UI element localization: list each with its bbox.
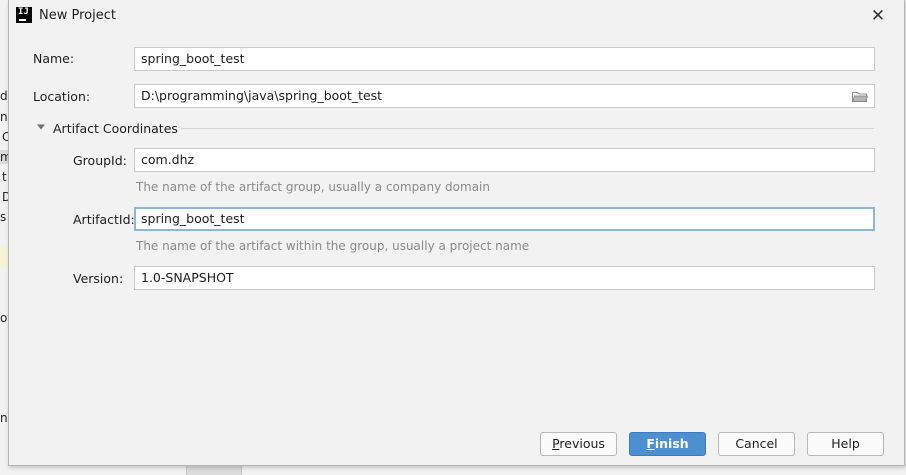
name-value: spring_boot_test xyxy=(141,51,245,66)
background-highlight-yellow xyxy=(0,246,8,268)
background-text: s xyxy=(0,210,7,224)
artifactid-label: ArtifactId: xyxy=(73,212,135,227)
previous-button[interactable]: Previous xyxy=(540,432,617,456)
groupid-hint: The name of the artifact group, usually … xyxy=(136,180,490,194)
groupid-field[interactable]: com.dhz xyxy=(134,148,875,172)
background-text: dh xyxy=(0,89,8,103)
location-label: Location: xyxy=(33,89,91,104)
background-panel-tab xyxy=(186,466,242,475)
background-text: t xyxy=(2,170,7,184)
artifactid-field[interactable]: spring_boot_test xyxy=(134,207,875,231)
collapse-triangle-icon[interactable] xyxy=(36,122,46,132)
previous-label: revious xyxy=(559,436,605,451)
version-value: 1.0-SNAPSHOT xyxy=(141,270,234,285)
close-icon[interactable]: ✕ xyxy=(868,6,888,26)
name-label: Name: xyxy=(33,51,75,66)
name-field[interactable]: spring_boot_test xyxy=(134,47,875,71)
intellij-logo-icon: IJ xyxy=(16,7,32,23)
finish-mnemonic: F xyxy=(646,436,655,451)
location-value: D:\programming\java\spring_boot_test xyxy=(141,88,383,103)
version-field[interactable]: 1.0-SNAPSHOT xyxy=(134,266,875,290)
help-button[interactable]: Help xyxy=(807,432,884,456)
artifactid-hint: The name of the artifact within the grou… xyxy=(136,239,530,253)
background-text: ot xyxy=(0,311,8,325)
groupid-value: com.dhz xyxy=(141,152,195,167)
finish-label: inish xyxy=(654,436,689,451)
background-ide-edge: dh nt C m t D s ot ns xyxy=(0,0,8,475)
version-label: Version: xyxy=(73,271,124,286)
dialog-title: New Project xyxy=(39,8,116,23)
background-text: nt xyxy=(0,110,8,124)
background-text: ns xyxy=(0,411,8,425)
background-text: m xyxy=(0,150,8,164)
folder-icon[interactable] xyxy=(852,91,868,102)
groupid-label: GroupId: xyxy=(73,153,127,168)
new-project-dialog: IJ New Project ✕ Name: spring_boot_test … xyxy=(8,0,905,466)
section-divider xyxy=(181,128,874,129)
location-field[interactable]: D:\programming\java\spring_boot_test xyxy=(134,84,875,108)
cancel-button[interactable]: Cancel xyxy=(718,432,795,456)
section-title[interactable]: Artifact Coordinates xyxy=(53,121,178,136)
title-bar: IJ New Project ✕ xyxy=(9,0,904,32)
artifactid-value: spring_boot_test xyxy=(141,211,245,226)
finish-button[interactable]: Finish xyxy=(629,432,706,456)
